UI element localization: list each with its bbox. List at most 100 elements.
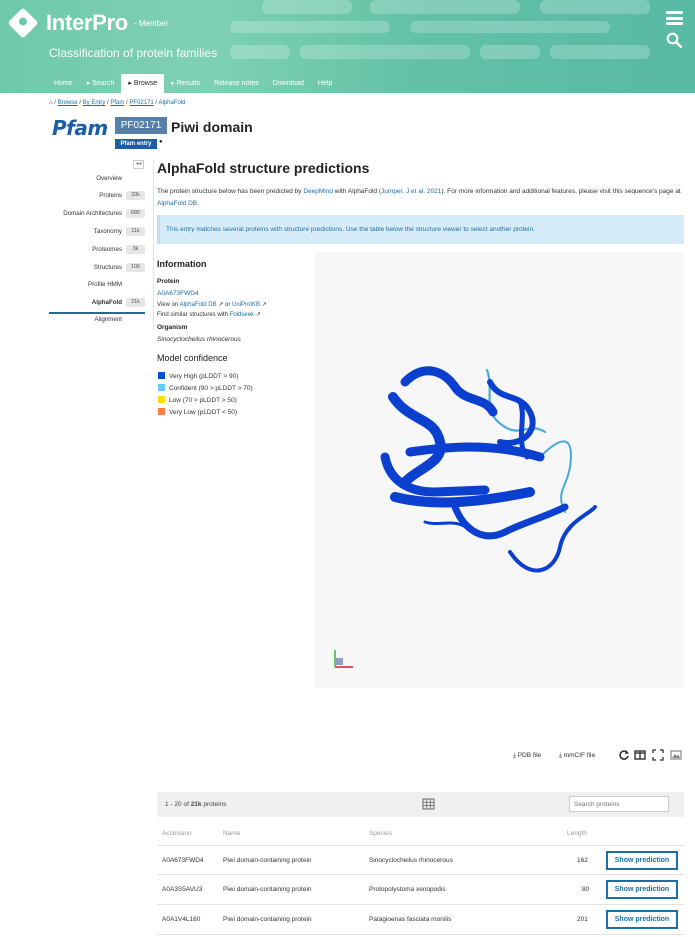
split-view-icon[interactable] xyxy=(634,749,646,761)
brand-name[interactable]: InterPro xyxy=(46,10,128,36)
sidebar-item-profile-hmm[interactable]: Profile HMM xyxy=(49,279,145,291)
legend-label: Confident (90 > pLDDT > 70) xyxy=(169,385,253,392)
sidebar-item-overview[interactable]: Overview xyxy=(49,173,145,185)
hamburger-menu-icon[interactable] xyxy=(666,11,683,25)
sidebar-item-label: AlphaFold xyxy=(91,299,122,306)
sidebar-item-label: Profile HMM xyxy=(87,281,122,288)
view-alphafold-db-link[interactable]: AlphaFold DB xyxy=(180,302,217,308)
section-title: AlphaFold structure predictions xyxy=(157,160,370,176)
screenshot-icon[interactable] xyxy=(670,749,682,761)
legend-label: Very High (pLDDT > 90) xyxy=(169,373,239,380)
decorative-shape xyxy=(230,21,390,33)
tab-search-label: Search xyxy=(92,80,115,87)
sidebar-item-proteins[interactable]: Proteins 33k xyxy=(49,190,145,202)
info-callout: This entry matches several proteins with… xyxy=(157,215,684,244)
legend-swatch xyxy=(158,372,165,379)
deepmind-link[interactable]: DeepMind xyxy=(303,188,333,195)
info-icon[interactable]: ● xyxy=(159,139,163,145)
table-row: A0A3S5AVU3 Piwi domain-containing protei… xyxy=(157,875,684,905)
download-pdb-button[interactable]: ⤓ PDB file xyxy=(513,752,541,760)
sidebar-item-label: Structures xyxy=(93,264,122,271)
sidebar-item-label: Taxonomy xyxy=(93,228,122,235)
protein-accession-link[interactable]: A0A673FWD4 xyxy=(157,290,199,297)
protein-structure-render[interactable] xyxy=(315,252,684,688)
mmcif-label: mmCIF file xyxy=(563,752,596,759)
tab-search[interactable]: ▸ Search xyxy=(80,74,122,93)
column-header-length[interactable]: Length xyxy=(567,830,587,837)
sidebar-item-label: Alignment xyxy=(94,316,122,323)
breadcrumb-by-entry[interactable]: By Entry xyxy=(83,100,106,106)
legend-swatch xyxy=(158,384,165,391)
foldseek-link[interactable]: Foldseek xyxy=(230,312,254,318)
row-name: Piwi domain-containing protein xyxy=(223,916,312,923)
search-icon[interactable] xyxy=(666,32,682,48)
tab-browse[interactable]: ▸ Browse xyxy=(121,74,165,93)
sidebar-item-proteomes[interactable]: Proteomes 3k xyxy=(49,244,145,256)
intro-text: ). For more information and additional f… xyxy=(441,188,681,195)
row-length: 162 xyxy=(577,857,588,864)
home-icon[interactable]: ⌂ xyxy=(49,100,53,106)
sidebar-item-domain-architectures[interactable]: Domain Architectures 685 xyxy=(49,208,145,220)
axis-z xyxy=(336,658,343,665)
count-badge: 685 xyxy=(126,209,145,218)
intro-text: The protein structure below has been pre… xyxy=(157,188,304,195)
information-heading: Information xyxy=(157,259,207,269)
breadcrumb-accession[interactable]: PF02171 xyxy=(129,100,153,106)
column-header-species[interactable]: Species xyxy=(369,830,392,837)
show-prediction-button[interactable]: Show prediction xyxy=(606,910,678,929)
row-accession[interactable]: A0A1V4L160 xyxy=(162,916,200,923)
entry-type-badge: Pfam entry xyxy=(115,139,157,149)
breadcrumb-current: AlphaFold xyxy=(158,100,186,106)
sidebar-item-label: Proteomes xyxy=(92,246,122,253)
table-search-input[interactable] xyxy=(569,796,669,812)
pfam-logo: Pfam xyxy=(52,116,108,140)
row-species: Protopolystoma xenopodis xyxy=(369,886,446,893)
legend-very-high: Very High (pLDDT > 90) xyxy=(158,372,238,380)
sidebar-item-label: Domain Architectures xyxy=(63,210,122,217)
column-header-name[interactable]: Name xyxy=(223,830,240,837)
tab-browse-label: Browse xyxy=(133,80,158,87)
table-view-icon[interactable] xyxy=(422,798,435,810)
find-similar-text: Find similar structures with xyxy=(157,312,229,318)
range-total: 21k xyxy=(190,801,202,808)
sidebar-item-structures[interactable]: Structures 106 xyxy=(49,262,145,274)
show-prediction-button[interactable]: Show prediction xyxy=(606,880,678,899)
interpro-logo-icon[interactable] xyxy=(7,7,39,39)
member-label: - Member xyxy=(134,19,169,28)
breadcrumb-separator: / xyxy=(54,100,56,106)
sidebar-item-taxonomy[interactable]: Taxonomy 11k xyxy=(49,226,145,238)
protein-label: Protein xyxy=(157,278,180,285)
range-end: 20 xyxy=(174,801,182,808)
sidebar-item-alignment[interactable]: Alignment xyxy=(49,314,145,326)
view-uniprotkb-link[interactable]: UniProtKB xyxy=(232,302,260,308)
tab-help[interactable]: Help xyxy=(311,74,339,93)
range-of: of xyxy=(183,801,189,808)
legend-very-low: Very Low (pLDDT < 50) xyxy=(158,408,237,416)
breadcrumb-browse[interactable]: Browse xyxy=(58,100,78,106)
tab-download[interactable]: Download xyxy=(266,74,311,93)
column-header-accession[interactable]: Accession xyxy=(162,830,192,837)
paper-link[interactable]: Jumper, J et al. 2021 xyxy=(381,188,441,195)
tab-results[interactable]: ▸ Results xyxy=(164,74,207,93)
organism-label: Organism xyxy=(157,324,188,331)
structure-viewer[interactable] xyxy=(315,252,684,688)
breadcrumb-pfam[interactable]: Pfam xyxy=(110,100,124,106)
breadcrumb: ⌂ / Browse / By Entry / Pfam / PF02171 /… xyxy=(49,100,186,106)
download-mmcif-button[interactable]: ⤓ mmCIF file xyxy=(559,752,595,760)
tab-release-notes[interactable]: Release notes xyxy=(207,74,266,93)
alphafold-db-link[interactable]: AlphaFold DB xyxy=(157,200,197,207)
decorative-shape xyxy=(300,45,470,59)
fullscreen-icon[interactable] xyxy=(652,749,664,761)
row-accession[interactable]: A0A3S5AVU3 xyxy=(162,886,202,893)
row-accession[interactable]: A0A673FWD4 xyxy=(162,857,204,864)
intro-paragraph: The protein structure below has been pre… xyxy=(157,186,685,210)
intro-text: with AlphaFold ( xyxy=(332,188,382,195)
show-prediction-button[interactable]: Show prediction xyxy=(606,851,678,870)
sidebar-item-alphafold[interactable]: AlphaFold 21k xyxy=(49,297,145,309)
tab-home[interactable]: Home xyxy=(47,74,80,93)
collapse-sidebar-button[interactable]: ◂◂ xyxy=(133,160,144,169)
legend-swatch xyxy=(158,396,165,403)
reset-view-icon[interactable] xyxy=(618,749,630,761)
view-on-row: View on AlphaFold DB ↗ or UniProtKB ↗ xyxy=(157,302,267,308)
masthead: InterPro - Member Classification of prot… xyxy=(0,0,695,93)
